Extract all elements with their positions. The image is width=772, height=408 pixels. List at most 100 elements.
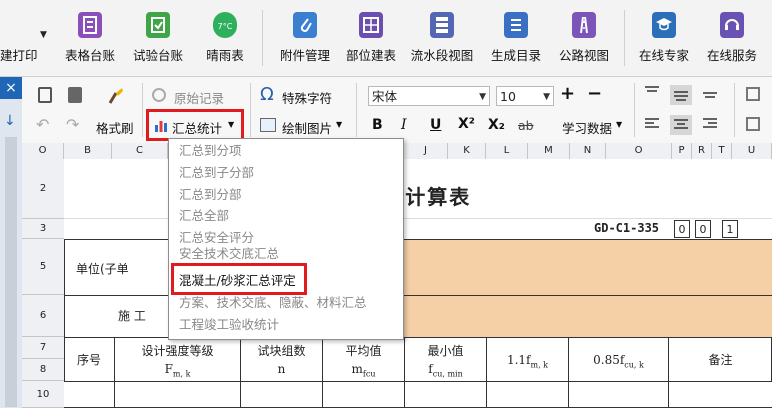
align-middle-icon[interactable] — [670, 85, 692, 105]
part-table-label: 部位建表 — [345, 48, 396, 63]
row-number[interactable]: 5 — [22, 239, 64, 295]
column-letter[interactable]: B — [64, 143, 112, 159]
left-scrollbar[interactable] — [5, 137, 17, 407]
menu-item-summary-subdivision[interactable]: 汇总到子分部 — [179, 163, 254, 183]
column-letter[interactable]: K — [448, 143, 486, 159]
chevron-down-icon: ▼ — [543, 92, 550, 102]
increase-font-button[interactable]: + — [560, 83, 575, 104]
redo-icon[interactable]: ↷ — [66, 115, 79, 134]
service-button[interactable]: 在线服务 — [700, 0, 764, 76]
service-icon — [720, 12, 744, 38]
test-ledger-icon — [146, 12, 170, 38]
row-number[interactable]: 8 — [22, 359, 64, 381]
road-view-button[interactable]: 公路视图 — [552, 0, 616, 76]
row-number[interactable]: 3 — [22, 219, 64, 239]
decrease-font-button[interactable]: − — [587, 83, 602, 104]
learning-data-button[interactable]: 学习数据 — [562, 118, 612, 137]
column-letter[interactable]: L — [486, 143, 528, 159]
menu-item-completion-stats[interactable]: 工程竣工验收统计 — [179, 315, 279, 335]
underline-button[interactable]: U — [430, 117, 441, 133]
column-letter[interactable]: O — [22, 143, 64, 159]
special-chars-button[interactable]: 特殊字符 — [282, 88, 332, 107]
form-code: GD-C1-335 — [594, 221, 660, 235]
row-header: 2 3 5 6 7 8 10 — [22, 159, 65, 408]
service-label: 在线服务 — [706, 48, 757, 63]
subscript-button[interactable]: X₂ — [488, 117, 505, 133]
menu-item-safety-briefing[interactable]: 安全技术交底汇总 — [179, 247, 279, 261]
superscript-button[interactable]: X² — [458, 116, 475, 132]
clock-icon — [152, 88, 166, 102]
menu-item-summary-all[interactable]: 汇总全部 — [179, 206, 229, 226]
row-number[interactable]: 10 — [22, 381, 64, 408]
row-number[interactable]: 7 — [22, 337, 64, 359]
align-right-icon[interactable] — [702, 117, 718, 131]
arrow-down-icon[interactable]: ↓ — [4, 113, 16, 129]
align-top-icon[interactable] — [644, 85, 660, 99]
menu-item-plans-materials[interactable]: 方案、技术交底、隐蔽、材料汇总 — [179, 293, 367, 313]
attachment-button[interactable]: 附件管理 — [272, 0, 338, 76]
menu-item-summary-division[interactable]: 汇总到分部 — [179, 185, 242, 205]
flow-view-label: 流水段视图 — [410, 48, 474, 63]
column-letter[interactable]: M — [528, 143, 570, 159]
align-center-icon[interactable] — [670, 115, 692, 135]
design-grade-header: 设计强度等级 — [141, 344, 214, 358]
menu-gutter — [169, 139, 174, 339]
original-record-button[interactable]: 原始记录 — [174, 88, 224, 107]
column-letter[interactable]: T — [712, 143, 732, 159]
italic-button[interactable]: I — [401, 117, 407, 133]
part-table-button[interactable]: 部位建表 — [340, 0, 402, 76]
menu-item-summary-subitem[interactable]: 汇总到分项 — [179, 141, 242, 161]
test-ledger-label: 试验台账 — [132, 48, 183, 63]
road-view-label: 公路视图 — [558, 48, 609, 63]
column-letter[interactable]: U — [732, 143, 772, 159]
row-number[interactable]: 2 — [22, 159, 64, 219]
construction-label: 施 工 — [118, 309, 146, 323]
print-dropdown-icon[interactable]: ▼ — [40, 30, 47, 40]
column-letter[interactable]: R — [692, 143, 712, 159]
copy-icon[interactable] — [38, 87, 52, 103]
learning-data-dropdown-icon[interactable]: ▼ — [616, 120, 622, 129]
strikethrough-button[interactable]: ab — [518, 118, 534, 133]
minimum-header: 最小值 — [427, 344, 464, 358]
close-icon[interactable]: × — [0, 77, 22, 99]
column-letter[interactable]: C — [112, 143, 168, 159]
c1-header: 1.1fm, k — [506, 353, 549, 370]
test-groups-symbol: n — [277, 362, 286, 376]
draw-picture-dropdown-icon[interactable]: ▼ — [336, 120, 342, 129]
font-name-select[interactable]: 宋体 ▼ — [368, 86, 490, 106]
main-ribbon: 建打印 ▼ 表格台账 试验台账 7°C 晴雨表 附件管理 部位建表 流水段视图 … — [0, 0, 772, 77]
ledger-button[interactable]: 表格台账 — [58, 0, 122, 76]
toolbar-divider — [356, 83, 357, 137]
paste-icon[interactable] — [68, 87, 82, 103]
wrap-text-icon[interactable] — [746, 117, 760, 131]
print-label: 建打印 — [0, 48, 38, 63]
format-painter-label[interactable]: 格式刷 — [96, 118, 134, 137]
bold-button[interactable]: B — [372, 117, 383, 133]
toolbar-divider — [634, 83, 635, 137]
expert-button[interactable]: 在线专家 — [632, 0, 696, 76]
align-bottom-icon[interactable] — [702, 85, 718, 99]
format-brush-icon[interactable] — [108, 87, 124, 105]
undo-icon[interactable]: ↶ — [36, 115, 49, 134]
column-letter[interactable]: P — [672, 143, 692, 159]
flow-view-button[interactable]: 流水段视图 — [406, 0, 478, 76]
column-letter[interactable]: N — [570, 143, 606, 159]
grid-line — [668, 337, 669, 408]
align-left-icon[interactable] — [644, 117, 660, 131]
weather-button[interactable]: 7°C 晴雨表 — [194, 0, 256, 76]
test-groups-header: 试块组数 — [257, 344, 306, 358]
column-letter[interactable]: J — [404, 143, 448, 159]
catalog-button[interactable]: 生成目录 — [484, 0, 548, 76]
draw-picture-button[interactable]: 绘制图片 — [282, 118, 332, 137]
row-number[interactable]: 6 — [22, 295, 64, 337]
merge-cells-icon[interactable] — [746, 87, 760, 101]
test-ledger-button[interactable]: 试验台账 — [126, 0, 190, 76]
menu-item-safety-score[interactable]: 汇总安全评分 — [179, 228, 254, 248]
column-letter[interactable]: O — [606, 143, 672, 159]
attachment-label: 附件管理 — [279, 48, 330, 63]
font-name-value: 宋体 — [372, 89, 398, 104]
print-button[interactable]: 建打印 — [0, 0, 40, 76]
unit-label: 单位(子单 — [76, 262, 129, 276]
font-size-select[interactable]: 10 ▼ — [496, 86, 554, 106]
ledger-icon — [78, 12, 102, 38]
